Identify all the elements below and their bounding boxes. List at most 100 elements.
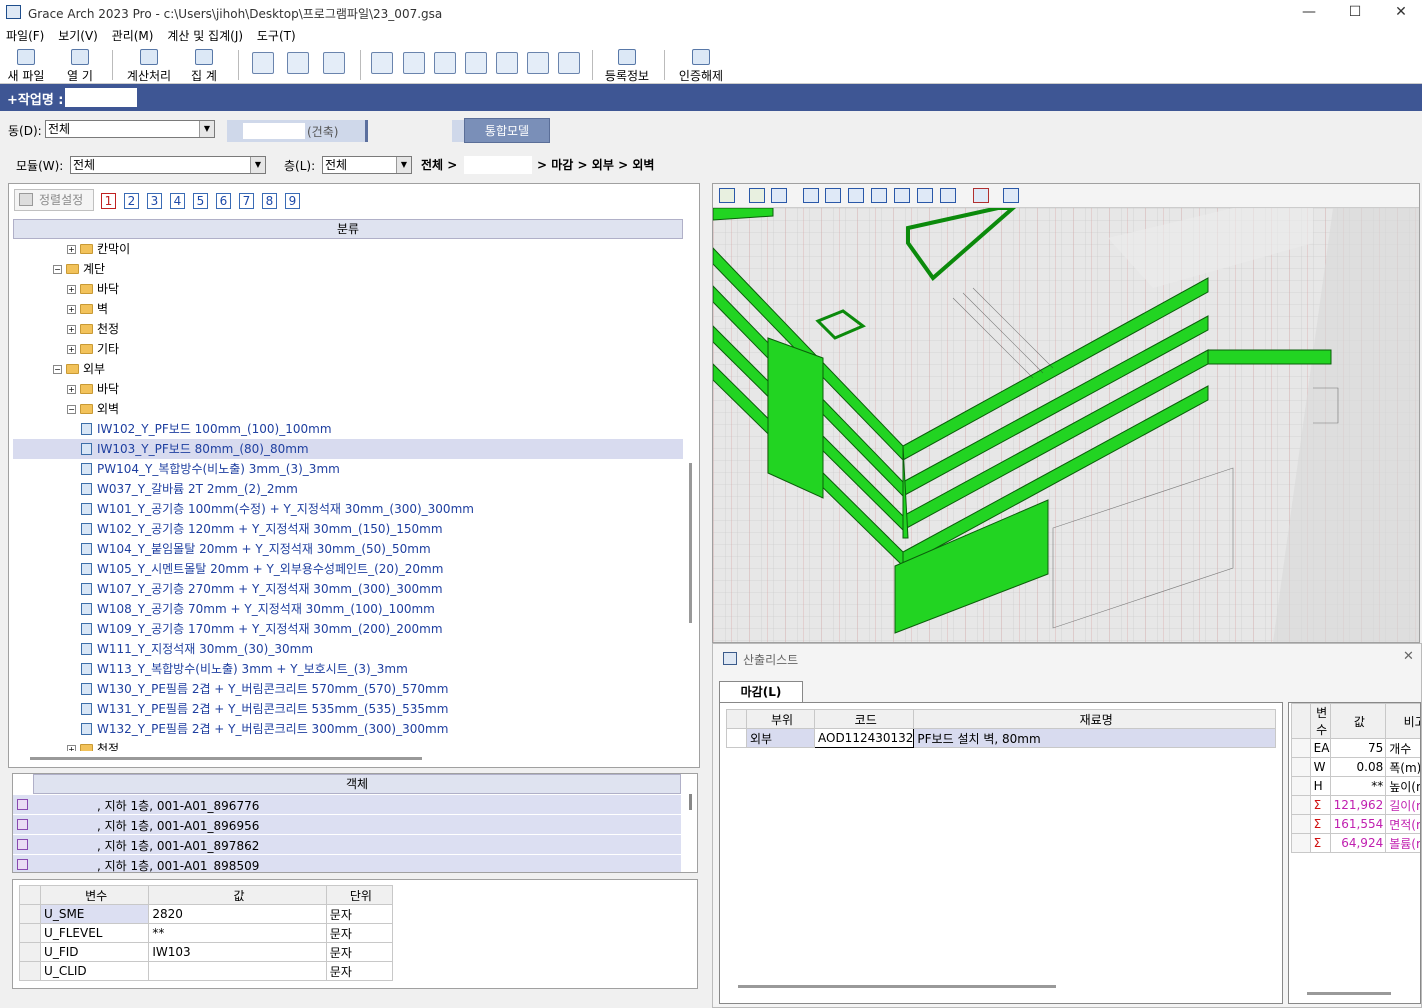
tree-leaf-item[interactable]: PW104_Y_복합방수(비노출) 3mm_(3)_3mm <box>13 459 683 479</box>
number-tab-7[interactable]: 7 <box>239 193 254 209</box>
objects-scrollbar[interactable] <box>689 794 692 810</box>
row-selector[interactable] <box>18 904 42 924</box>
search-icon[interactable] <box>323 52 345 74</box>
variable-row[interactable]: U_FID IW103 문자 <box>18 942 394 962</box>
calc-row[interactable]: 외부 AOD112430132 PF보드 설치 벽, 80mm <box>726 728 1276 748</box>
number-tab-6[interactable]: 6 <box>216 193 231 209</box>
tree-folder-item[interactable]: + 기타 <box>13 339 683 359</box>
row-selector[interactable] <box>18 923 42 943</box>
edit-pencil-icon[interactable] <box>496 52 518 74</box>
integrated-model-tab[interactable]: 통합모델 <box>464 118 550 143</box>
variable-value[interactable]: IW103 <box>148 942 327 962</box>
row-selector[interactable] <box>1291 833 1311 853</box>
refresh-icon[interactable] <box>719 188 735 203</box>
filter-icon[interactable] <box>771 188 787 203</box>
menu-tools[interactable]: 도구(T) <box>257 26 296 46</box>
number-tab-8[interactable]: 8 <box>262 193 277 209</box>
expand-icon[interactable]: + <box>67 285 76 294</box>
calc-list-close-button[interactable]: ✕ <box>1403 649 1414 664</box>
cube-left-icon[interactable] <box>871 188 887 203</box>
variable-row[interactable]: U_SME 2820 문자 <box>18 904 394 924</box>
tree-leaf-item[interactable]: W109_Y_공기층 170mm + Y_지정석재 30mm_(200)_200… <box>13 619 683 639</box>
expand-icon[interactable]: + <box>67 305 76 314</box>
module-select[interactable]: 전체 ▼ <box>70 156 266 174</box>
crumb-exterior-wall[interactable]: 외벽 <box>632 158 654 172</box>
tree-folder-item[interactable]: + 바닥 <box>13 279 683 299</box>
tree-leaf-item[interactable]: IW102_Y_PF보드 100mm_(100)_100mm <box>13 419 683 439</box>
close-button[interactable]: ✕ <box>1378 2 1422 24</box>
view-tool-4-icon[interactable] <box>465 52 487 74</box>
menu-view[interactable]: 보기(V) <box>58 26 98 46</box>
tree-leaf-item[interactable]: W105_Y_시멘트몰탈 20mm + Y_외부용수성페인트_(20)_20mm <box>13 559 683 579</box>
crumb-exterior[interactable]: 외부 <box>592 158 614 172</box>
3d-model-view[interactable] <box>713 208 1419 642</box>
expand-icon[interactable]: + <box>67 245 76 254</box>
new-file-button[interactable]: 새 파일 <box>4 48 48 83</box>
calc-hscrollbar[interactable] <box>738 985 1056 988</box>
variable-value[interactable] <box>148 961 327 981</box>
expand-icon[interactable]: + <box>67 345 76 354</box>
number-tab-9[interactable]: 9 <box>285 193 300 209</box>
object-row[interactable]: , 지하 1층, 001-A01_898509 <box>13 855 681 872</box>
variable-value[interactable]: ** <box>148 923 327 943</box>
row-selector[interactable] <box>1291 776 1311 796</box>
view-tool-7-icon[interactable] <box>558 52 580 74</box>
tree-leaf-item[interactable]: W111_Y_지정석재 30mm_(30)_30mm <box>13 639 683 659</box>
zoom-icon[interactable] <box>287 52 309 74</box>
collapse-icon[interactable]: − <box>53 365 62 374</box>
tree-folder-item[interactable]: + 천정 <box>13 319 683 339</box>
cube-right-icon[interactable] <box>825 188 841 203</box>
number-tab-3[interactable]: 3 <box>147 193 162 209</box>
object-row[interactable]: , 지하 1층, 001-A01_896956 <box>13 815 681 835</box>
side-row[interactable]: Σ64,924볼륨(m3) <box>1291 833 1420 853</box>
row-selector[interactable] <box>18 942 42 962</box>
cube-back-icon[interactable] <box>848 188 864 203</box>
open-button[interactable]: 열 기 <box>58 48 102 83</box>
tree-leaf-item[interactable]: W107_Y_공기층 270mm + Y_지정석재 30mm_(300)_300… <box>13 579 683 599</box>
row-selector[interactable] <box>1291 795 1311 815</box>
tree-scrollbar[interactable] <box>689 463 692 623</box>
number-tab-2[interactable]: 2 <box>124 193 139 209</box>
minimize-button[interactable]: — <box>1286 2 1332 24</box>
collapse-icon[interactable]: − <box>67 405 76 414</box>
row-selector[interactable] <box>1291 814 1311 834</box>
side-row[interactable]: Σ161,554면적(m2) <box>1291 814 1420 834</box>
calc-button[interactable]: 계산처리 <box>122 48 176 83</box>
tree-leaf-item[interactable]: W101_Y_공기층 100mm(수정) + Y_지정석재 30mm_(300)… <box>13 499 683 519</box>
tree-folder-item[interactable]: + 천정 <box>13 739 683 751</box>
cube-top-icon[interactable] <box>894 188 910 203</box>
expand-icon[interactable]: + <box>67 385 76 394</box>
side-row[interactable]: H**높이(m) <box>1291 776 1420 796</box>
side-row[interactable]: Σ121,962길이(m) <box>1291 795 1420 815</box>
row-selector[interactable] <box>1291 757 1311 777</box>
cloud-icon[interactable] <box>1003 188 1019 203</box>
variable-row[interactable]: U_CLID 문자 <box>18 961 394 981</box>
cube-3d-icon[interactable] <box>940 188 956 203</box>
menu-manage[interactable]: 관리(M) <box>112 26 154 46</box>
job-name-input[interactable] <box>65 88 137 107</box>
tree-leaf-item[interactable]: W130_Y_PE필름 2겹 + Y_버림콘크리트 570mm_(570)_57… <box>13 679 683 699</box>
menu-file[interactable]: 파일(F) <box>6 26 44 46</box>
floor-select[interactable]: 전체 ▼ <box>322 156 412 174</box>
tree-leaf-item[interactable]: W104_Y_붙임몰탈 20mm + Y_지정석재 30mm_(50)_50mm <box>13 539 683 559</box>
crumb-finish[interactable]: 마감 <box>551 158 573 172</box>
view-tool-1-icon[interactable] <box>371 52 393 74</box>
object-row[interactable]: , 지하 1층, 001-A01_896776 <box>13 795 681 815</box>
tree-hscrollbar[interactable] <box>30 757 422 760</box>
variable-row[interactable]: U_FLEVEL ** 문자 <box>18 923 394 943</box>
tree-folder-item[interactable]: + 칸막이 <box>13 239 683 259</box>
collapse-icon[interactable]: − <box>53 265 62 274</box>
tree-leaf-item[interactable]: W037_Y_갈바륨 2T 2mm_(2)_2mm <box>13 479 683 499</box>
tree-leaf-item[interactable]: IW103_Y_PF보드 80mm_(80)_80mm <box>13 439 683 459</box>
auth-release-button[interactable]: 인증해제 <box>674 48 728 83</box>
tree-folder-item[interactable]: − 계단 <box>13 259 683 279</box>
tree-folder-item[interactable]: + 벽 <box>13 299 683 319</box>
expand-icon[interactable]: + <box>67 745 76 751</box>
view-tool-3-icon[interactable] <box>434 52 456 74</box>
crumb-all[interactable]: 전체 <box>421 158 443 172</box>
variable-value[interactable]: 2820 <box>148 904 327 924</box>
tree-leaf-item[interactable]: W131_Y_PE필름 2겹 + Y_버림콘크리트 535mm_(535)_53… <box>13 699 683 719</box>
tree-folder-item[interactable]: − 외벽 <box>13 399 683 419</box>
row-selector[interactable] <box>726 728 747 748</box>
sum-button[interactable]: 집 계 <box>184 48 224 83</box>
